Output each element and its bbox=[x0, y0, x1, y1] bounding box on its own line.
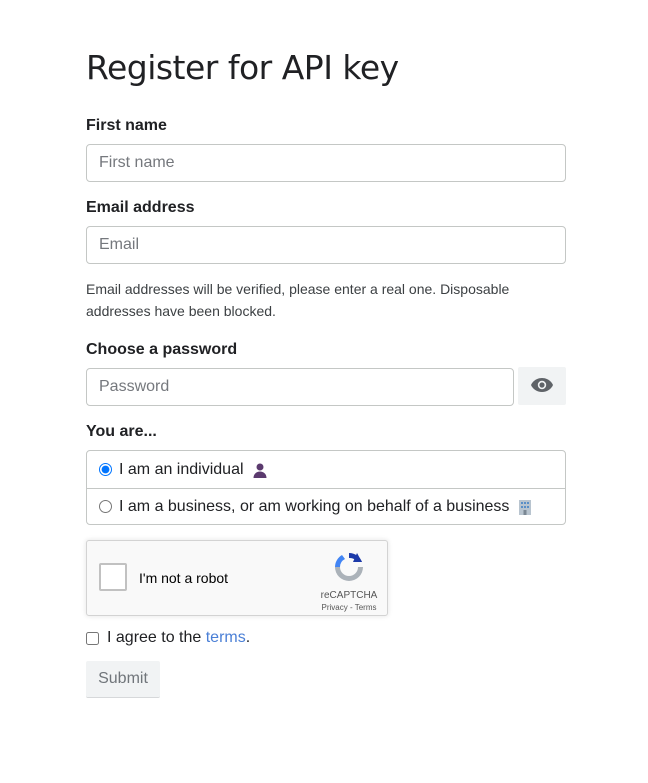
individual-radio[interactable] bbox=[99, 463, 112, 476]
business-label: I am a business, or am working on behalf… bbox=[119, 497, 510, 515]
recaptcha-terms-link[interactable]: Terms bbox=[355, 603, 377, 612]
agree-terms-prefix: I agree to the bbox=[107, 629, 206, 646]
first-name-label: First name bbox=[86, 117, 167, 134]
radio-option-business[interactable]: I am a business, or am working on behalf… bbox=[87, 488, 565, 525]
password-input[interactable] bbox=[86, 368, 514, 406]
agree-terms-checkbox[interactable] bbox=[86, 631, 99, 645]
terms-link[interactable]: terms bbox=[206, 629, 246, 647]
recaptcha-icon bbox=[333, 553, 365, 587]
recaptcha-logo: reCAPTCHA Privacy - Terms bbox=[319, 551, 379, 612]
office-building-icon bbox=[517, 499, 533, 515]
recaptcha-links: Privacy - Terms bbox=[319, 603, 379, 612]
agree-terms-row[interactable]: I agree to the terms. bbox=[86, 629, 250, 647]
recaptcha-checkbox[interactable] bbox=[99, 563, 127, 591]
page-title: Register for API key bbox=[86, 48, 399, 87]
show-password-button[interactable] bbox=[518, 367, 566, 405]
email-input[interactable] bbox=[86, 226, 566, 264]
account-type-group: I am an individual I am a business, or a… bbox=[86, 450, 566, 525]
recaptcha-links-separator: - bbox=[347, 603, 355, 612]
recaptcha-brand: reCAPTCHA bbox=[320, 590, 378, 601]
submit-button[interactable]: Submit bbox=[86, 661, 160, 698]
recaptcha-label: I'm not a robot bbox=[139, 570, 229, 586]
password-label: Choose a password bbox=[86, 341, 238, 358]
recaptcha-privacy-link[interactable]: Privacy bbox=[322, 603, 348, 612]
business-radio[interactable] bbox=[99, 500, 112, 513]
radio-option-individual[interactable]: I am an individual bbox=[87, 451, 565, 489]
email-label: Email address bbox=[86, 199, 195, 216]
eye-icon bbox=[531, 377, 553, 395]
agree-terms-suffix: . bbox=[245, 629, 251, 646]
recaptcha-widget: I'm not a robot reCAPTCHA Privacy - Term… bbox=[86, 540, 388, 616]
person-icon bbox=[252, 462, 268, 478]
first-name-input[interactable] bbox=[86, 144, 566, 182]
you-are-label: You are... bbox=[86, 423, 157, 440]
email-help-text: Email addresses will be verified, please… bbox=[86, 281, 510, 319]
individual-label: I am an individual bbox=[119, 460, 244, 478]
